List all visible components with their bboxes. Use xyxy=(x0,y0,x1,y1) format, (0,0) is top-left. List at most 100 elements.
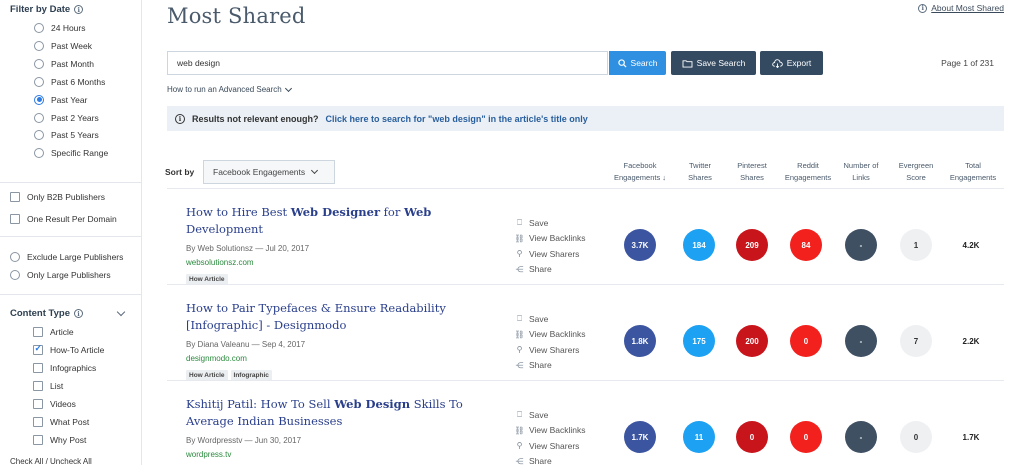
exclude-large-option[interactable]: Exclude Large Publishers xyxy=(10,252,123,262)
links-metric[interactable]: - xyxy=(845,421,877,453)
date-option[interactable]: Past 2 Years xyxy=(34,112,99,123)
article-meta: By Wordpresstv — Jun 30, 2017 xyxy=(186,436,301,445)
content-type-checkbox[interactable] xyxy=(33,399,43,409)
export-button[interactable]: Export xyxy=(760,51,823,75)
column-links[interactable]: Number of Links xyxy=(840,160,882,184)
save-action[interactable]: ⎕ Save xyxy=(515,407,586,423)
date-option[interactable]: Past Week xyxy=(34,40,92,51)
column-pinterest[interactable]: Pinterest Shares xyxy=(730,160,774,184)
twitter-metric[interactable]: 11 xyxy=(683,421,715,453)
only-large-radio[interactable] xyxy=(10,270,20,280)
date-option[interactable]: Past 6 Months xyxy=(34,76,105,87)
save-search-button[interactable]: Save Search xyxy=(671,51,756,75)
article-domain[interactable]: websolutionsz.com xyxy=(186,258,254,267)
article-author[interactable]: By Web Solutionsz xyxy=(186,244,253,253)
view-sharers-action[interactable]: ⚲ View Sharers xyxy=(515,438,586,454)
check-all-link[interactable]: Check All / Uncheck All xyxy=(10,457,92,465)
article-title-link[interactable]: Kshitij Patil: How To Sell Web Design Sk… xyxy=(186,396,486,430)
cloud-download-icon xyxy=(771,58,783,68)
content-type-option[interactable]: How-To Article xyxy=(33,343,104,355)
view-backlinks-action[interactable]: ⛓ View Backlinks xyxy=(514,423,586,439)
evergreen-metric[interactable]: 7 xyxy=(900,325,932,357)
reddit-metric[interactable]: 0 xyxy=(790,325,822,357)
content-type-option[interactable]: Article xyxy=(33,327,74,337)
date-radio[interactable] xyxy=(34,94,44,105)
info-icon[interactable]: i xyxy=(74,309,83,318)
pinterest-metric[interactable]: 209 xyxy=(736,229,768,261)
save-action[interactable]: ⎕ Save xyxy=(515,215,586,231)
exclude-large-radio[interactable] xyxy=(10,252,20,262)
content-type-option[interactable]: Videos xyxy=(33,399,76,409)
content-type-option[interactable]: List xyxy=(33,381,63,391)
evergreen-metric[interactable]: 0 xyxy=(900,421,932,453)
article-author[interactable]: By Diana Valeanu xyxy=(186,340,249,349)
search-button[interactable]: Search xyxy=(609,51,666,75)
b2b-checkbox[interactable] xyxy=(10,192,20,202)
content-type-option[interactable]: Infographics xyxy=(33,363,96,373)
date-radio[interactable] xyxy=(34,58,44,69)
article-title-link[interactable]: How to Hire Best Web Designer for Web De… xyxy=(186,204,486,238)
view-sharers-action[interactable]: ⚲ View Sharers xyxy=(515,246,586,262)
twitter-metric[interactable]: 184 xyxy=(683,229,715,261)
date-radio[interactable] xyxy=(34,112,44,123)
advanced-search-link[interactable]: How to run an Advanced Search xyxy=(167,84,292,94)
date-radio[interactable] xyxy=(34,23,44,33)
view-sharers-action[interactable]: ⚲ View Sharers xyxy=(515,342,586,358)
content-type-checkbox[interactable] xyxy=(33,343,43,355)
only-b2b-option[interactable]: Only B2B Publishers xyxy=(10,192,105,202)
one-result-checkbox[interactable] xyxy=(10,214,20,224)
column-reddit[interactable]: Reddit Engagements xyxy=(778,160,838,184)
date-radio[interactable] xyxy=(34,76,44,87)
article-domain[interactable]: wordpress.tv xyxy=(186,450,231,459)
chevron-down-icon[interactable] xyxy=(116,307,126,317)
content-type-checkbox[interactable] xyxy=(33,327,43,337)
links-metric[interactable]: - xyxy=(845,325,877,357)
content-type-checkbox[interactable] xyxy=(33,435,43,445)
content-type-checkbox[interactable] xyxy=(33,417,43,427)
column-facebook[interactable]: Facebook Engagements ↓ xyxy=(612,160,668,184)
search-input[interactable] xyxy=(167,51,608,75)
share-action[interactable]: ⋲ Share xyxy=(515,262,586,278)
only-large-option[interactable]: Only Large Publishers xyxy=(10,270,111,280)
column-twitter[interactable]: Twitter Shares xyxy=(677,160,723,184)
view-backlinks-action[interactable]: ⛓ View Backlinks xyxy=(514,327,585,343)
info-icon[interactable]: i xyxy=(74,5,84,14)
date-option[interactable]: Past Year xyxy=(34,94,87,105)
date-option[interactable]: Specific Range xyxy=(34,148,108,159)
facebook-metric[interactable]: 3.7K xyxy=(624,229,656,261)
reddit-metric[interactable]: 84 xyxy=(790,229,822,261)
column-total[interactable]: Total Engagements xyxy=(944,160,1002,184)
save-action[interactable]: ⎕ Save xyxy=(515,311,586,327)
date-option[interactable]: 24 Hours xyxy=(34,23,86,33)
column-evergreen[interactable]: Evergreen Score xyxy=(893,160,939,184)
share-action[interactable]: ⋲ Share xyxy=(515,358,586,374)
content-type-checkbox[interactable] xyxy=(33,381,43,391)
view-backlinks-action[interactable]: ⛓ View Backlinks xyxy=(514,231,585,247)
article-title-link[interactable]: How to Pair Typefaces & Ensure Readabili… xyxy=(186,300,486,334)
share-action[interactable]: ⋲ Share xyxy=(515,454,586,465)
title-only-search-link[interactable]: Click here to search for "web design" in… xyxy=(326,114,588,124)
pinterest-metric[interactable]: 0 xyxy=(736,421,768,453)
facebook-metric[interactable]: 1.8K xyxy=(624,325,656,357)
date-radio[interactable] xyxy=(34,148,44,159)
content-type-checkbox[interactable] xyxy=(33,363,43,373)
reddit-metric[interactable]: 0 xyxy=(790,421,822,453)
view-backlinks-action-label: View Backlinks xyxy=(529,425,586,436)
article-domain[interactable]: designmodo.com xyxy=(186,354,247,363)
article-author[interactable]: By Wordpresstv xyxy=(186,436,242,445)
pinterest-metric[interactable]: 200 xyxy=(736,325,768,357)
page-info: Page 1 of 231 xyxy=(941,58,994,68)
about-most-shared-link[interactable]: i About Most Shared xyxy=(918,3,1004,13)
one-result-option[interactable]: One Result Per Domain xyxy=(10,214,117,224)
content-type-option[interactable]: What Post xyxy=(33,417,89,427)
evergreen-metric[interactable]: 1 xyxy=(900,229,932,261)
content-type-option[interactable]: Why Post xyxy=(33,435,86,445)
date-option[interactable]: Past 5 Years xyxy=(34,130,99,141)
twitter-metric[interactable]: 175 xyxy=(683,325,715,357)
sort-select[interactable]: Facebook Engagements xyxy=(203,160,335,184)
links-metric[interactable]: - xyxy=(845,229,877,261)
date-radio[interactable] xyxy=(34,40,44,51)
facebook-metric[interactable]: 1.7K xyxy=(624,421,656,453)
date-radio[interactable] xyxy=(34,130,44,141)
date-option[interactable]: Past Month xyxy=(34,58,94,69)
